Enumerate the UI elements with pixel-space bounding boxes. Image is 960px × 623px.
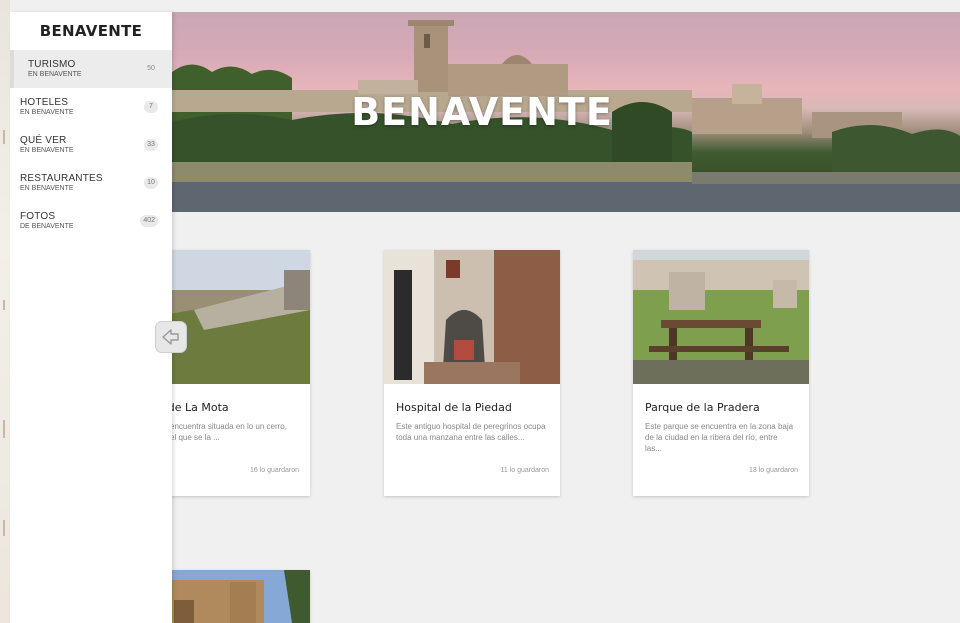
sidebar-item-label: RESTAURANTES	[20, 173, 103, 184]
sidebar-item-label: HOTELES	[20, 97, 69, 108]
card-save-count: 16 lo guardaron	[249, 467, 299, 474]
card-description: Este antiguo hospital de peregrinos ocup…	[396, 422, 546, 442]
sidebar-item-fotos[interactable]: FOTOS DE BENAVENTE 402	[10, 202, 172, 240]
card-description: Este parque se encuentra en la zona baja…	[645, 422, 794, 453]
sidebar: BENAVENTE TURISMO EN BENAVENTE 50 HOTELE…	[10, 12, 172, 623]
sidebar-item-label: QUÉ VER	[20, 135, 67, 146]
background-page-edge	[0, 0, 10, 623]
sidebar-item-sublabel: EN BENAVENTE	[20, 109, 74, 116]
sidebar-item-turismo[interactable]: TURISMO EN BENAVENTE 50	[10, 50, 172, 88]
sidebar-item-sublabel: EN BENAVENTE	[20, 185, 74, 192]
sidebar-item-restaurantes[interactable]: RESTAURANTES EN BENAVENTE 10	[10, 164, 172, 202]
card-save-count: 13 lo guardaron	[748, 467, 798, 474]
count-badge: 402	[140, 215, 158, 227]
arrow-left-icon	[162, 329, 179, 345]
sidebar-item-que-ver[interactable]: QUÉ VER EN BENAVENTE 33	[10, 126, 172, 164]
count-badge: 50	[147, 65, 155, 72]
card-image	[384, 250, 560, 384]
card-save-count: 11 lo guardaron	[500, 467, 549, 474]
count-badge: 33	[144, 139, 158, 151]
card-image	[633, 250, 809, 384]
count-badge: 10	[144, 177, 158, 189]
collapse-sidebar-button[interactable]	[155, 321, 187, 353]
sidebar-item-sublabel: EN BENAVENTE	[20, 147, 74, 154]
sidebar-item-label: TURISMO	[28, 59, 76, 70]
sidebar-item-hoteles[interactable]: HOTELES EN BENAVENTE 7	[10, 88, 172, 126]
hero-title: BENAVENTE	[351, 90, 613, 134]
place-card[interactable]: Parque de la Pradera Este parque se encu…	[633, 250, 809, 496]
place-card[interactable]: Hospital de la Piedad Este antiguo hospi…	[384, 250, 560, 496]
card-title: Parque de la Pradera	[645, 401, 760, 414]
sidebar-item-sublabel: EN BENAVENTE	[28, 71, 82, 78]
card-title: Hospital de la Piedad	[396, 401, 512, 414]
count-badge: 7	[144, 101, 158, 113]
hero-banner: BENAVENTE	[172, 12, 960, 212]
sidebar-title: BENAVENTE	[39, 22, 143, 40]
